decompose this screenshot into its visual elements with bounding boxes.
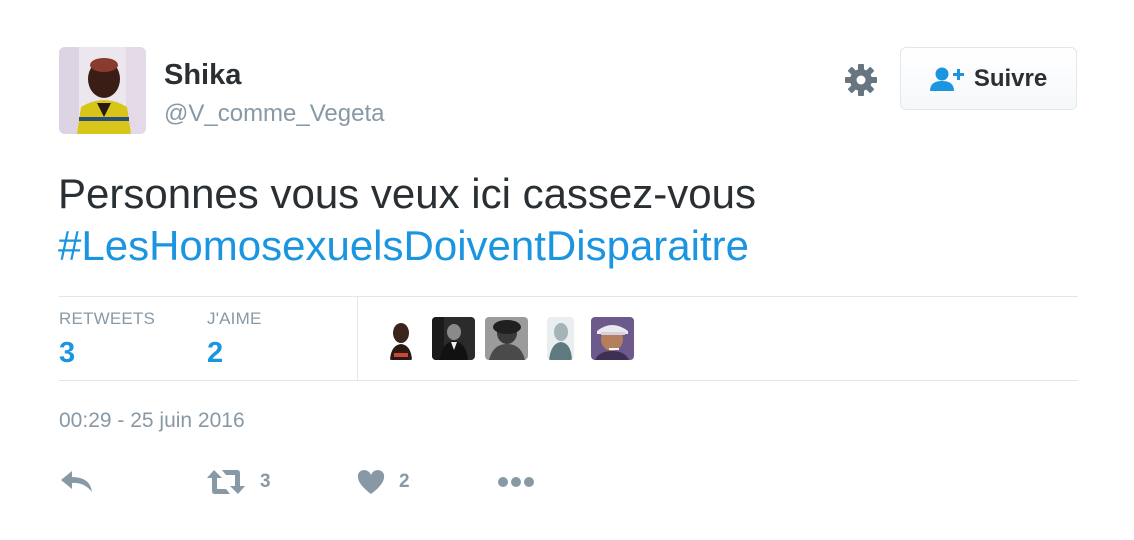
liker-avatar[interactable] xyxy=(485,317,528,360)
stats-bottom-divider xyxy=(59,380,1078,381)
user-avatar[interactable] xyxy=(59,47,146,134)
retweet-count: 3 xyxy=(260,471,271,492)
tweet-card: Shika @V_comme_Vegeta Suivre Personnes v… xyxy=(0,0,1134,540)
follow-button[interactable]: Suivre xyxy=(900,47,1077,110)
tweet-text-body: Personnes vous veux ici cassez-vous xyxy=(58,170,756,217)
retweet-button[interactable]: 3 xyxy=(206,464,271,500)
liker-avatar[interactable] xyxy=(388,317,414,360)
liker-avatar[interactable] xyxy=(547,317,574,360)
more-button[interactable] xyxy=(497,464,535,500)
heart-icon xyxy=(357,470,385,494)
likes-label: J'AIME xyxy=(207,309,262,328)
retweet-icon xyxy=(207,470,245,494)
liker-avatar[interactable] xyxy=(591,317,634,360)
stats-vertical-divider xyxy=(357,297,358,380)
tweet-text: Personnes vous veux ici cassez-vous #Les… xyxy=(58,168,1078,272)
hashtag-link[interactable]: #LesHomosexuelsDoiventDisparaitre xyxy=(58,220,1078,272)
likes-stat[interactable]: J'AIME 2 xyxy=(207,309,262,370)
retweets-label: RETWEETS xyxy=(59,309,156,328)
liker-avatar[interactable] xyxy=(432,317,475,360)
follow-label: Suivre xyxy=(973,64,1048,92)
reply-icon xyxy=(61,471,92,492)
gear-icon[interactable] xyxy=(842,61,880,99)
retweets-stat[interactable]: RETWEETS 3 xyxy=(59,309,155,370)
like-count: 2 xyxy=(399,471,410,492)
display-name[interactable]: Shika xyxy=(164,59,241,92)
likes-value: 2 xyxy=(207,337,224,369)
user-plus-icon xyxy=(929,67,964,91)
retweets-value: 3 xyxy=(59,337,76,369)
screen-name[interactable]: @V_comme_Vegeta xyxy=(164,100,385,128)
reply-button[interactable] xyxy=(60,464,94,500)
like-button[interactable]: 2 xyxy=(357,464,410,500)
tweet-timestamp[interactable]: 00:29 - 25 juin 2016 xyxy=(59,409,245,433)
more-icon xyxy=(498,477,534,487)
stats-top-divider xyxy=(59,296,1078,297)
